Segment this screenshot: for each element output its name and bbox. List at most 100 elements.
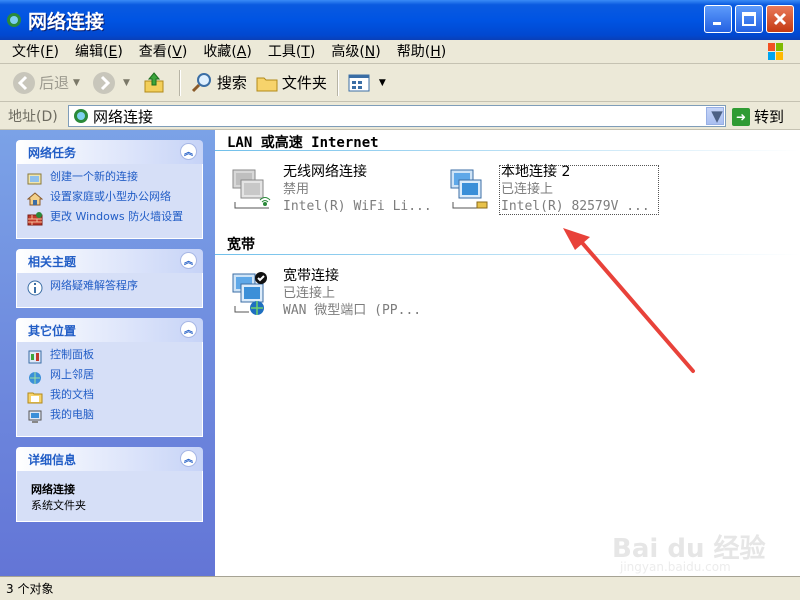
minimize-button[interactable] — [704, 5, 732, 33]
panel-network-tasks: 网络任务 ︽ 创建一个新的连接 设置家庭或小型办公网络 更改 Windows 防… — [16, 140, 203, 239]
local-status: 已连接上 — [501, 182, 554, 197]
network-places-icon — [29, 372, 41, 384]
network-connections-icon — [74, 109, 88, 123]
task-my-computer[interactable]: 我的电脑 — [27, 408, 194, 425]
back-arrow-icon — [13, 71, 35, 94]
connection-wireless[interactable]: 无线网络连接 禁用 Intel(R) WiFi Li... — [229, 164, 432, 215]
menu-favorites[interactable]: 收藏(A) — [195, 41, 260, 63]
address-input[interactable]: 网络连接 ▼ — [68, 105, 726, 127]
status-bar: 3 个对象 — [0, 576, 800, 600]
maximize-button[interactable] — [735, 5, 763, 33]
menu-bar: 文件(F) 编辑(E) 查看(V) 收藏(A) 工具(T) 高级(N) 帮助(H… — [0, 40, 800, 64]
content-area: LAN 或高速 Internet 无线网络连接 禁用 Intel(R) WiFi… — [215, 130, 800, 576]
wireless-connection-icon — [232, 169, 271, 209]
forward-arrow-icon — [92, 71, 115, 94]
panel-related-topics: 相关主题 ︽ 网络疑难解答程序 — [16, 249, 203, 308]
watermark-url: jingyan.baidu.com — [620, 560, 731, 574]
control-panel-icon — [28, 350, 42, 364]
up-button[interactable] — [138, 67, 173, 99]
task-create-connection[interactable]: 创建一个新的连接 — [27, 170, 194, 187]
collapse-icon[interactable]: ︽ — [180, 252, 197, 269]
connection-broadband[interactable]: 宽带连接 已连接上 WAN 微型端口 (PP... — [229, 268, 421, 319]
task-network-places[interactable]: 网上邻居 — [27, 368, 194, 385]
task-pane: 网络任务 ︽ 创建一个新的连接 设置家庭或小型办公网络 更改 Windows 防… — [0, 130, 215, 576]
toolbar: 后退 ▼ ▼ 搜索 文件夹 ▼ — [0, 64, 800, 102]
panel-header-other-places[interactable]: 其它位置 ︽ — [16, 318, 203, 342]
wireless-status: 禁用 — [283, 182, 310, 197]
address-bar: 地址(D) 网络连接 ▼ ➜ 转到 — [0, 102, 800, 130]
my-documents-icon — [27, 392, 43, 404]
collapse-icon[interactable]: ︽ — [180, 450, 197, 467]
forward-dropdown-icon[interactable]: ▼ — [123, 78, 130, 88]
forward-button[interactable]: ▼ — [88, 67, 138, 99]
group-lan-title: LAN 或高速 Internet — [227, 135, 379, 151]
window-title: 网络连接 — [28, 10, 105, 33]
details-type: 系统文件夹 — [31, 499, 86, 512]
panel-header-related-topics[interactable]: 相关主题 ︽ — [16, 249, 203, 273]
menu-advanced[interactable]: 高级(N) — [323, 41, 388, 63]
address-label: 地址(D) — [8, 108, 58, 125]
folder-up-icon — [144, 71, 164, 92]
close-icon — [773, 12, 787, 26]
broadband-name: 宽带连接 — [283, 268, 339, 284]
menu-file[interactable]: 文件(F) — [4, 41, 67, 63]
group-lan-divider — [215, 150, 800, 151]
broadband-device: WAN 微型端口 (PP... — [283, 303, 422, 318]
views-dropdown-icon[interactable]: ▼ — [379, 78, 386, 88]
menu-edit[interactable]: 编辑(E) — [67, 41, 131, 63]
search-button[interactable]: 搜索 — [186, 67, 251, 99]
panel-header-network-tasks[interactable]: 网络任务 ︽ — [16, 140, 203, 164]
chevron-down-icon: ▼ — [711, 107, 723, 125]
back-dropdown-icon[interactable]: ▼ — [73, 78, 80, 88]
task-setup-home-network[interactable]: 设置家庭或小型办公网络 — [27, 190, 194, 207]
collapse-icon[interactable]: ︽ — [180, 321, 197, 338]
wireless-name: 无线网络连接 — [283, 164, 367, 180]
go-button[interactable]: ➜ 转到 — [732, 106, 784, 127]
back-label: 后退 — [39, 74, 70, 92]
new-connection-icon — [27, 173, 42, 185]
wireless-device: Intel(R) WiFi Li... — [283, 199, 432, 214]
group-broadband-divider — [215, 254, 800, 255]
address-dropdown-button[interactable]: ▼ — [706, 107, 724, 125]
lan-connection-icon — [450, 169, 488, 209]
folders-button[interactable]: 文件夹 — [251, 67, 331, 99]
task-firewall-settings[interactable]: 更改 Windows 防火墙设置 — [27, 210, 194, 227]
firewall-icon — [27, 212, 43, 226]
panel-other-places: 其它位置 ︽ 控制面板 网上邻居 我的文档 我的电脑 — [16, 318, 203, 437]
search-icon — [191, 72, 211, 92]
search-label: 搜索 — [216, 74, 247, 92]
go-arrow-icon: ➜ — [732, 107, 750, 126]
menu-help[interactable]: 帮助(H) — [389, 41, 454, 63]
broadband-connection-icon — [232, 272, 267, 315]
local-name: 本地连接 2 — [501, 164, 571, 180]
views-icon — [348, 74, 370, 91]
details-name: 网络连接 — [31, 483, 75, 496]
info-icon — [27, 280, 43, 296]
my-computer-icon — [28, 410, 42, 423]
home-network-icon — [27, 192, 43, 206]
close-button[interactable] — [766, 5, 794, 33]
panel-details: 详细信息 ︽ 网络连接 系统文件夹 — [16, 447, 203, 522]
status-text: 3 个对象 — [6, 582, 54, 596]
title-bar[interactable]: 网络连接 — [0, 0, 800, 40]
toolbar-separator — [178, 69, 180, 96]
folders-label: 文件夹 — [281, 74, 327, 92]
panel-header-details[interactable]: 详细信息 ︽ — [16, 447, 203, 471]
task-control-panel[interactable]: 控制面板 — [27, 348, 194, 365]
connection-local[interactable]: 本地连接 2 已连接上 Intel(R) 82579V ... — [447, 164, 650, 215]
back-button[interactable]: 后退 ▼ — [8, 67, 88, 99]
maximize-icon — [742, 12, 756, 26]
menu-tools[interactable]: 工具(T) — [260, 41, 324, 63]
local-device: Intel(R) 82579V ... — [501, 199, 650, 214]
group-broadband-title: 宽带 — [227, 237, 255, 253]
network-connections-icon — [7, 13, 21, 27]
minimize-icon — [713, 22, 721, 25]
address-value: 网络连接 — [93, 107, 154, 126]
broadband-status: 已连接上 — [283, 286, 336, 301]
collapse-icon[interactable]: ︽ — [180, 143, 197, 160]
task-network-troubleshooter[interactable]: 网络疑难解答程序 — [27, 279, 194, 296]
menu-view[interactable]: 查看(V) — [131, 41, 196, 63]
toolbar-separator — [336, 69, 338, 96]
task-my-documents[interactable]: 我的文档 — [27, 388, 194, 405]
views-button[interactable]: ▼ — [344, 67, 394, 99]
